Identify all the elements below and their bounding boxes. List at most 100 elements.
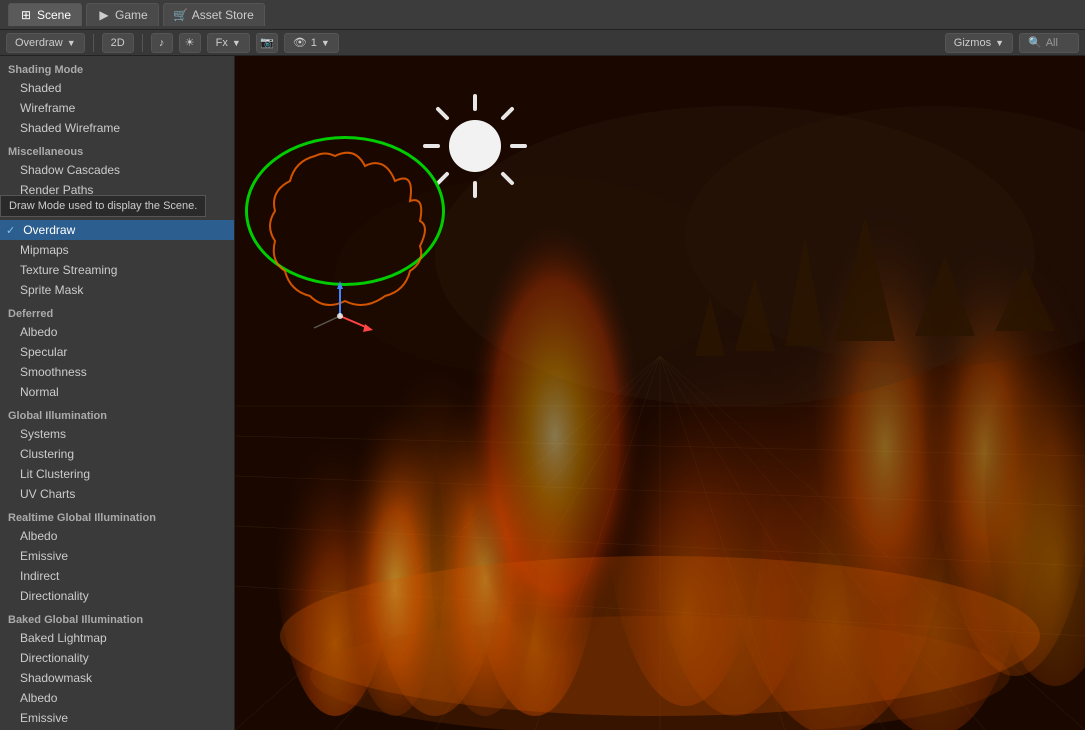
menu-item-rt-albedo[interactable]: Albedo xyxy=(0,526,234,546)
menu-item-shadow-cascades[interactable]: Shadow Cascades xyxy=(0,160,234,180)
menu-item-baked-albedo-label: Albedo xyxy=(20,691,57,705)
count-label: 1 xyxy=(311,37,317,49)
menu-item-overdraw[interactable]: Overdraw xyxy=(0,220,234,240)
gizmos-label: Gizmos xyxy=(954,37,991,49)
menu-item-sprite-mask-label: Sprite Mask xyxy=(20,283,83,297)
menu-item-texture-streaming-label: Texture Streaming xyxy=(20,263,117,277)
menu-item-systems-label: Systems xyxy=(20,427,66,441)
menu-item-specular-label: Specular xyxy=(20,345,67,359)
global-illumination-header: Global Illumination xyxy=(0,406,234,424)
tab-game[interactable]: ▶ Game xyxy=(86,3,159,26)
menu-item-rt-emissive[interactable]: Emissive xyxy=(0,546,234,566)
menu-item-smoothness[interactable]: Smoothness xyxy=(0,362,234,382)
menu-item-clustering-label: Clustering xyxy=(20,447,74,461)
menu-item-shadowmask-label: Shadowmask xyxy=(20,671,92,685)
search-field-container[interactable]: 🔍 All xyxy=(1019,33,1079,53)
menu-item-render-paths[interactable]: Render Paths xyxy=(0,180,234,200)
menu-item-alpha-channel-label: Alpha Channel xyxy=(20,203,99,217)
menu-item-texture-streaming[interactable]: Texture Streaming xyxy=(0,260,234,280)
menu-item-lit-clustering[interactable]: Lit Clustering xyxy=(0,464,234,484)
game-tab-icon: ▶ xyxy=(97,8,111,22)
dimension-label: 2D xyxy=(111,37,125,49)
menu-item-baked-emissive-label: Emissive xyxy=(20,711,68,725)
menu-item-baked-emissive[interactable]: Emissive xyxy=(0,708,234,728)
menu-item-baked-directionality-label: Directionality xyxy=(20,651,89,665)
search-placeholder: All xyxy=(1046,37,1058,49)
menu-item-specular[interactable]: Specular xyxy=(0,342,234,362)
baked-gi-header: Baked Global Illumination xyxy=(0,610,234,628)
menu-item-rt-albedo-label: Albedo xyxy=(20,529,57,543)
menu-item-rt-directionality-label: Directionality xyxy=(20,589,89,603)
menu-item-uv-charts-gi[interactable]: UV Charts xyxy=(0,484,234,504)
transform-gizmo xyxy=(300,276,380,359)
count-arrow-icon: ▼ xyxy=(321,38,330,48)
menu-item-rt-emissive-label: Emissive xyxy=(20,549,68,563)
lighting-icon: ☀ xyxy=(185,36,195,49)
camera-btn[interactable]: 📷 xyxy=(256,33,278,53)
menu-item-wireframe-label: Wireframe xyxy=(20,101,75,115)
menu-item-mipmaps[interactable]: Mipmaps xyxy=(0,240,234,260)
search-icon: 🔍 xyxy=(1028,36,1042,49)
menu-item-shadow-cascades-label: Shadow Cascades xyxy=(20,163,120,177)
draw-mode-dropdown[interactable]: Overdraw ▼ xyxy=(6,33,85,53)
tab-scene[interactable]: ⊞ Scene xyxy=(8,3,82,26)
menu-item-baked-albedo[interactable]: Albedo xyxy=(0,688,234,708)
menu-item-baked-directionality[interactable]: Directionality xyxy=(0,648,234,668)
menu-item-wireframe[interactable]: Wireframe xyxy=(0,98,234,118)
menu-item-rt-directionality[interactable]: Directionality xyxy=(0,586,234,606)
draw-mode-label: Overdraw xyxy=(15,37,63,49)
realtime-gi-header: Realtime Global Illumination xyxy=(0,508,234,526)
eye-icon: 👁 xyxy=(293,36,307,49)
menu-item-shaded-wireframe-label: Shaded Wireframe xyxy=(20,121,120,135)
menu-item-normal[interactable]: Normal xyxy=(0,382,234,402)
menu-item-shaded-label: Shaded xyxy=(20,81,61,95)
menu-item-rt-indirect[interactable]: Indirect xyxy=(0,566,234,586)
menu-item-albedo-deferred-label: Albedo xyxy=(20,325,57,339)
lighting-toggle-btn[interactable]: ☀ xyxy=(179,33,201,53)
fx-arrow-icon: ▼ xyxy=(232,38,241,48)
fx-toggle[interactable]: Fx ▼ xyxy=(207,33,250,53)
draw-mode-menu: Shading Mode Shaded Wireframe Shaded Wir… xyxy=(0,56,235,730)
deferred-header: Deferred xyxy=(0,304,234,322)
menu-item-lit-clustering-label: Lit Clustering xyxy=(20,467,90,481)
tab-asset-store[interactable]: 🛒 Asset Store xyxy=(163,3,265,26)
miscellaneous-header: Miscellaneous xyxy=(0,142,234,160)
menu-item-systems[interactable]: Systems xyxy=(0,424,234,444)
menu-item-sprite-mask[interactable]: Sprite Mask xyxy=(0,280,234,300)
audio-icon: ♪ xyxy=(159,37,165,49)
menu-item-clustering[interactable]: Clustering xyxy=(0,444,234,464)
scene-viewport[interactable] xyxy=(235,56,1085,730)
asset-store-tab-icon: 🛒 xyxy=(174,8,188,22)
menu-item-mipmaps-label: Mipmaps xyxy=(20,243,69,257)
gizmos-arrow-icon: ▼ xyxy=(995,38,1004,48)
menu-item-alpha-channel[interactable]: Alpha Channel xyxy=(0,200,234,220)
menu-item-baked-lightmap[interactable]: Baked Lightmap xyxy=(0,628,234,648)
menu-item-shaded-wireframe[interactable]: Shaded Wireframe xyxy=(0,118,234,138)
scene-toolbar: Overdraw ▼ 2D ♪ ☀ Fx ▼ 📷 👁 1 ▼ Gizmos ▼ … xyxy=(0,30,1085,56)
menu-item-baked-lightmap-label: Baked Lightmap xyxy=(20,631,107,645)
menu-item-rt-indirect-label: Indirect xyxy=(20,569,59,583)
menu-item-normal-label: Normal xyxy=(20,385,59,399)
tab-asset-store-label: Asset Store xyxy=(192,8,254,22)
menu-item-render-paths-label: Render Paths xyxy=(20,183,93,197)
top-tab-bar: ⊞ Scene ▶ Game 🛒 Asset Store xyxy=(0,0,1085,30)
toolbar-separator-2 xyxy=(142,34,143,52)
main-area: Shading Mode Shaded Wireframe Shaded Wir… xyxy=(0,56,1085,730)
draw-mode-arrow-icon: ▼ xyxy=(67,38,76,48)
menu-item-shadowmask[interactable]: Shadowmask xyxy=(0,668,234,688)
menu-item-uv-charts-gi-label: UV Charts xyxy=(20,487,75,501)
dimension-toggle[interactable]: 2D xyxy=(102,33,134,53)
toolbar-separator-1 xyxy=(93,34,94,52)
menu-item-overdraw-label: Overdraw xyxy=(23,223,75,237)
tab-scene-label: Scene xyxy=(37,8,71,22)
tab-game-label: Game xyxy=(115,8,148,22)
count-display[interactable]: 👁 1 ▼ xyxy=(284,33,339,53)
scene-tab-icon: ⊞ xyxy=(19,8,33,22)
menu-item-albedo-deferred[interactable]: Albedo xyxy=(0,322,234,342)
gizmos-dropdown[interactable]: Gizmos ▼ xyxy=(945,33,1013,53)
camera-icon: 📷 xyxy=(260,36,274,49)
menu-item-shaded[interactable]: Shaded xyxy=(0,78,234,98)
shading-mode-header: Shading Mode xyxy=(0,60,234,78)
audio-toggle-btn[interactable]: ♪ xyxy=(151,33,173,53)
menu-item-smoothness-label: Smoothness xyxy=(20,365,87,379)
